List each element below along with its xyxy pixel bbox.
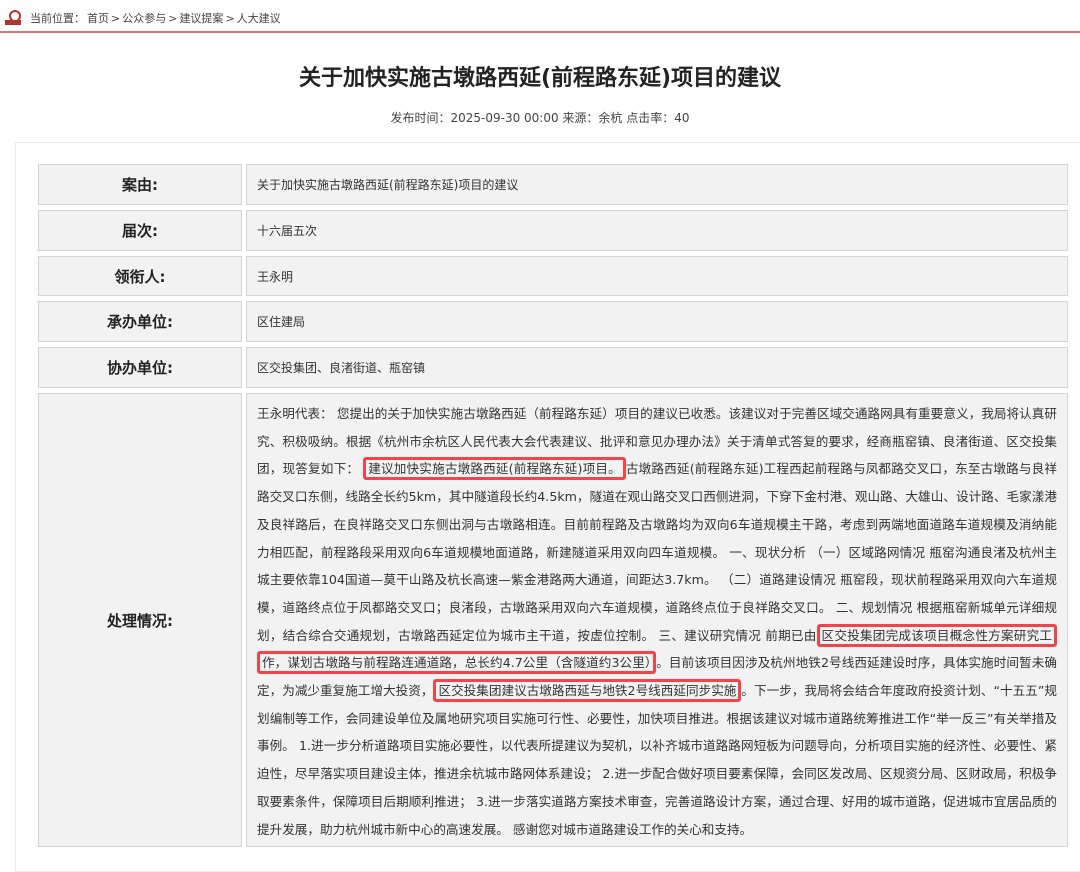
row-value: 区交投集团、良渚街道、瓶窑镇 [246,347,1068,388]
breadcrumb-separator: > [111,11,121,25]
breadcrumb-proposals[interactable]: 建议提案 [179,10,223,26]
location-map-icon [4,10,22,26]
page-title: 关于加快实施古墩路西延(前程路东延)项目的建议 [298,66,782,91]
row-value: 王永明 [246,256,1068,296]
divider [0,31,1080,33]
breadcrumb-home[interactable]: 首页 [87,10,109,26]
breadcrumb-separator: > [225,11,235,25]
row-handling: 处理情况: 王永明代表： 您提出的关于加快实施古墩路西延（前程路东延）项目的建议… [38,393,1068,847]
row-handler: 承办单位: 区住建局 [38,301,1068,342]
row-label: 处理情况: [38,393,242,847]
row-label: 协办单位: [38,347,242,388]
row-lead: 领衔人: 王永明 [38,256,1068,296]
highlight-box: 建议加快实施古墩路西延(前程路东延)项目。 [363,457,626,481]
row-label: 届次: [38,210,242,251]
highlight-box: 区交投集团建议古墩路西延与地铁2号线西延同步实施 [433,679,742,703]
breadcrumb-public[interactable]: 公众参与 [122,10,166,26]
row-value: 十六届五次 [246,210,1068,251]
row-value: 区住建局 [246,301,1068,342]
article-meta: 发布时间：2025-09-30 00:00 来源：余杭 点击率：40 [390,111,690,125]
row-value: 关于加快实施古墩路西延(前程路东延)项目的建议 [246,164,1068,205]
row-label: 案由: [38,164,242,205]
row-label: 领衔人: [38,256,242,296]
row-session: 届次: 十六届五次 [38,210,1068,251]
text-segment: 古墩路西延(前程路东延)工程西起前程路与凤都路交叉口，东至古墩路与良祥路交叉口东… [257,461,1057,643]
handling-text: 王永明代表： 您提出的关于加快实施古墩路西延（前程路东延）项目的建议已收悉。该建… [246,393,1068,847]
row-label: 承办单位: [38,301,242,342]
breadcrumb-npc[interactable]: 人大建议 [237,10,281,26]
breadcrumb-separator: > [168,11,178,25]
text-segment: 。下一步，我局将会结合年度政府投资计划、“十五五”规划编制等工作，会同建设单位及… [257,683,1057,837]
row-case: 案由: 关于加快实施古墩路西延(前程路东延)项目的建议 [38,164,1068,205]
row-co-handler: 协办单位: 区交投集团、良渚街道、瓶窑镇 [38,347,1068,388]
breadcrumb-prefix: 当前位置： [30,12,85,25]
breadcrumb: 当前位置： 首页 > 公众参与 > 建议提案 > 人大建议 [4,7,283,29]
